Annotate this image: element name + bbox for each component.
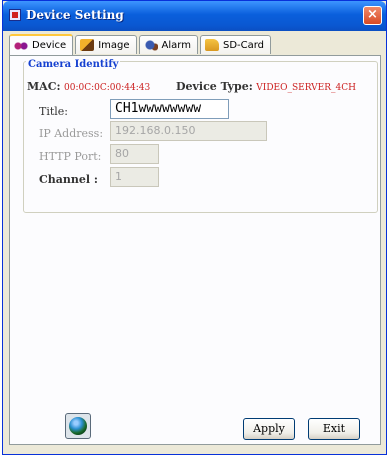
tab-alarm-label: Alarm xyxy=(161,39,191,51)
tab-alarm[interactable]: Alarm xyxy=(138,35,198,54)
title-bar[interactable]: Device Setting × xyxy=(3,1,386,31)
alarm-icon xyxy=(143,39,158,51)
device-setting-window: Device Setting × Device Image Alarm SD-C… xyxy=(2,0,387,455)
channel-label: Channel : xyxy=(39,173,98,186)
tab-sd-card-label: SD-Card xyxy=(222,39,265,51)
apply-button[interactable]: Apply xyxy=(243,418,295,440)
camera-identify-title: Camera Identify xyxy=(26,59,121,70)
channel-field[interactable]: 1 xyxy=(110,167,159,187)
window-title: Device Setting xyxy=(26,8,124,22)
mac-value: 00:0C:0C:00:44:43 xyxy=(64,83,151,93)
close-button[interactable]: × xyxy=(363,6,382,25)
sd-card-icon xyxy=(204,39,219,51)
title-label: Title: xyxy=(39,105,69,118)
tab-device[interactable]: Device xyxy=(9,34,74,55)
mac-row: MAC: 00:0C:0C:00:44:43 xyxy=(27,80,150,93)
exit-button[interactable]: Exit xyxy=(308,418,360,440)
tab-image[interactable]: Image xyxy=(75,35,137,54)
http-port-field[interactable]: 80 xyxy=(110,144,159,164)
device-type-label: Device Type: xyxy=(176,80,253,93)
tab-sd-card[interactable]: SD-Card xyxy=(199,35,272,54)
image-icon xyxy=(80,39,95,51)
device-type-row: Device Type: VIDEO_SERVER_4CH xyxy=(176,80,356,93)
tab-device-label: Device xyxy=(32,40,67,51)
device-type-value: VIDEO_SERVER_4CH xyxy=(256,83,356,93)
globe-icon[interactable] xyxy=(65,413,91,439)
title-field[interactable]: CH1wwwwwwww xyxy=(110,99,229,119)
ip-address-field[interactable]: 192.168.0.150 xyxy=(110,121,267,141)
device-icon xyxy=(14,39,28,52)
app-icon xyxy=(9,9,21,21)
ip-address-label: IP Address: xyxy=(39,127,104,140)
tab-strip: Device Image Alarm SD-Card xyxy=(9,34,273,55)
tab-image-label: Image xyxy=(98,39,130,51)
http-port-label: HTTP Port: xyxy=(39,150,102,163)
mac-label: MAC: xyxy=(27,80,61,93)
